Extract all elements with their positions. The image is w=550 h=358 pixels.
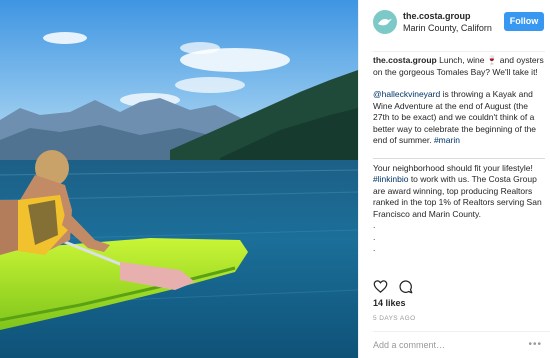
caption-dot: . xyxy=(373,243,376,253)
header-location[interactable]: Marin County, Californ xyxy=(403,22,495,34)
heart-icon[interactable] xyxy=(373,279,388,294)
mention-link[interactable]: @halleckvineyard xyxy=(373,89,440,99)
caption-dot: . xyxy=(373,231,376,242)
bird-logo-icon xyxy=(378,19,392,26)
kayak-lake-image xyxy=(0,0,358,358)
instagram-post: the.costa.group Marin County, Californ F… xyxy=(0,0,550,358)
caption-paragraph-3: Your neighborhood should fit your lifest… xyxy=(373,163,545,221)
caption-text-3a: Your neighborhood should fit your lifest… xyxy=(373,162,533,173)
caption-username[interactable]: the.costa.group xyxy=(373,55,437,65)
caption-dot: . xyxy=(373,220,376,230)
header-text: the.costa.group Marin County, Californ xyxy=(403,10,495,34)
caption-divider xyxy=(373,157,545,159)
avatar[interactable] xyxy=(373,10,397,34)
post-age[interactable]: 5 DAYS AGO xyxy=(373,315,416,322)
comment-input[interactable] xyxy=(373,340,513,350)
more-options-icon[interactable]: ••• xyxy=(528,340,542,350)
caption-paragraph-1: the.costa.group Lunch, wine 🍷 and oyster… xyxy=(373,55,545,78)
hashtag-linkinbio[interactable]: #linkinbio xyxy=(373,174,408,184)
caption-paragraph-2: @halleckvineyard is throwing a Kayak and… xyxy=(373,89,545,147)
hashtag-marin[interactable]: #marin xyxy=(434,135,460,145)
comment-bar: ••• xyxy=(373,331,550,358)
post-header: the.costa.group Marin County, Californ F… xyxy=(359,0,550,44)
action-bar xyxy=(373,277,550,295)
comment-icon[interactable] xyxy=(398,279,413,294)
header-username[interactable]: the.costa.group xyxy=(403,10,495,22)
caption-area: the.costa.group Lunch, wine 🍷 and oyster… xyxy=(373,51,545,273)
follow-button[interactable]: Follow xyxy=(504,12,544,31)
likes-count[interactable]: 14 likes xyxy=(373,298,406,308)
post-photo[interactable] xyxy=(0,0,358,358)
post-sidebar: the.costa.group Marin County, Californ F… xyxy=(358,0,550,358)
